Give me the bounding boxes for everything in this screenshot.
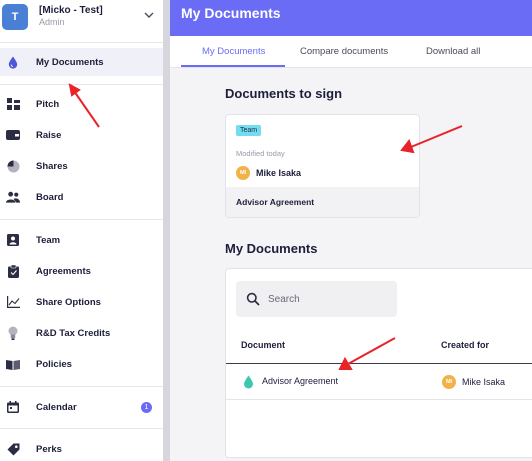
team-icon [6,233,20,247]
sidebar-item-policies[interactable]: Policies [0,350,163,378]
sidebar-item-label: Board [36,191,64,203]
pitch-icon [6,97,20,111]
sidebar-scrollbar[interactable] [163,0,170,461]
card-person: MI Mike Isaka [236,166,301,180]
pie-chart-icon [6,159,20,173]
line-chart-icon [6,295,20,309]
row-person: MI Mike Isaka [442,375,505,389]
sidebar-item-label: My Documents [36,56,104,68]
person-name: Mike Isaka [256,168,302,178]
sidebar-divider [0,386,163,387]
documents-to-sign-heading: Documents to sign [225,86,343,101]
sidebar-item-label: Shares [36,160,68,172]
sidebar-item-label: Agreements [36,265,91,277]
bulb-icon [6,326,20,340]
modified-date: Modified today [236,149,285,158]
search-input[interactable] [268,290,388,308]
page-title: My Documents [181,5,281,21]
wallet-icon [6,128,20,142]
search-box[interactable] [236,281,397,317]
sidebar-item-calendar[interactable]: Calendar 1 [0,393,163,421]
notification-badge: 1 [141,401,152,413]
sidebar-item-label: Policies [36,358,72,370]
document-card[interactable]: Team Modified today MI Mike Isaka Adviso… [225,114,420,218]
sidebar-item-label: Team [36,234,61,246]
tab-download-all[interactable]: Download all [426,46,480,57]
chevron-down-icon[interactable] [143,9,155,21]
sidebar-item-shares[interactable]: Shares [0,152,163,180]
tab-my-documents[interactable]: My Documents [202,46,265,57]
document-drop-icon [244,375,253,389]
sidebar: T [Micko - Test] Admin My Documents Pitc… [0,0,163,461]
active-tab-indicator [181,65,285,67]
sidebar-item-agreements[interactable]: Agreements [0,257,163,285]
sidebar-item-pitch[interactable]: Pitch [0,90,163,118]
sidebar-divider [0,42,163,43]
sidebar-item-team[interactable]: Team [0,226,163,254]
book-icon [6,357,20,371]
sidebar-item-label: Calendar [36,401,77,413]
account-avatar: T [2,4,28,30]
sidebar-item-label: Raise [36,129,62,141]
table-row[interactable]: Advisor Agreement MI Mike Isaka [226,364,532,400]
document-name: Advisor Agreement [236,197,315,207]
column-header-document[interactable]: Document [241,340,285,350]
tab-bar: My Documents Compare documents Download … [170,36,532,68]
my-documents-heading: My Documents [225,241,318,256]
sidebar-item-label: Perks [36,443,62,455]
sidebar-item-label: Share Options [36,296,101,308]
sidebar-item-label: Pitch [36,98,60,110]
drop-icon [6,55,20,69]
team-tag: Team [236,125,262,136]
avatar: MI [442,375,456,389]
column-header-created-for[interactable]: Created for [441,340,489,350]
sidebar-divider [0,219,163,220]
sidebar-item-share-options[interactable]: Share Options [0,288,163,316]
sidebar-item-my-documents[interactable]: My Documents [0,48,163,76]
card-footer: Advisor Agreement [226,187,419,217]
sidebar-item-raise[interactable]: Raise [0,121,163,149]
page-header: My Documents [170,0,532,36]
account-name: [Micko - Test] [39,5,103,16]
clipboard-icon [6,264,20,278]
calendar-icon [6,400,20,414]
avatar: MI [236,166,250,180]
tag-icon [6,442,20,456]
search-icon [246,292,260,306]
sidebar-divider [0,84,163,85]
sidebar-item-label: R&D Tax Credits [36,327,111,339]
sidebar-item-perks[interactable]: Perks [0,435,163,461]
sidebar-item-board[interactable]: Board [0,183,163,211]
documents-panel: Document Created for Advisor Agreement M… [225,268,532,458]
account-switcher[interactable]: T [Micko - Test] Admin [0,0,163,40]
tab-compare-documents[interactable]: Compare documents [300,46,388,57]
sidebar-divider [0,428,163,429]
sidebar-item-rd-tax-credits[interactable]: R&D Tax Credits [0,319,163,347]
person-name: Mike Isaka [462,377,506,387]
people-icon [6,190,20,204]
account-role: Admin [39,17,65,27]
document-name[interactable]: Advisor Agreement [262,376,338,386]
